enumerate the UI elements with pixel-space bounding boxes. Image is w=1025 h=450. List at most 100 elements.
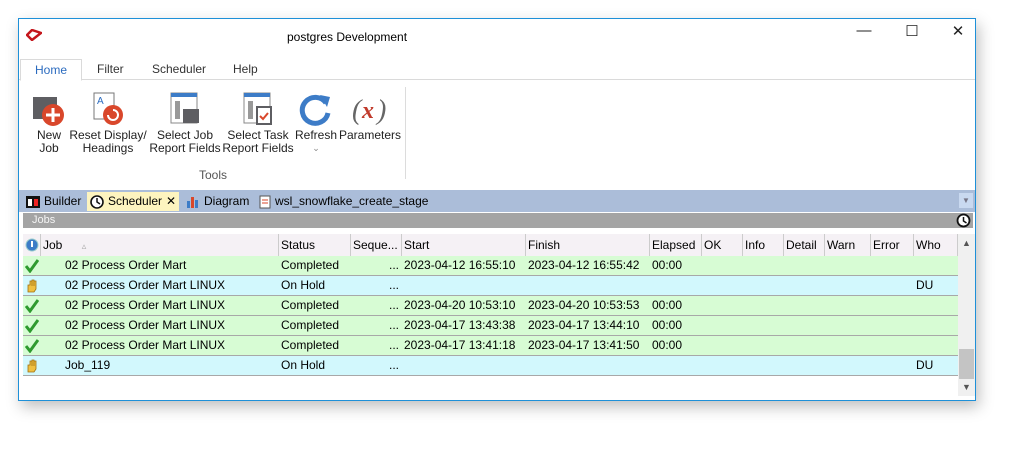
table-row[interactable]: 02 Process Order Mart LINUX On Hold... DU xyxy=(23,276,958,296)
select-job-report-fields-button[interactable]: Select Job Report Fields xyxy=(149,87,221,155)
ribbon-tabs: Home Filter Scheduler Help xyxy=(19,55,975,81)
parameters-button[interactable]: (x) Parameters xyxy=(339,87,401,142)
job-status: On Hold xyxy=(281,358,326,372)
job-sequence: ... xyxy=(388,358,399,372)
job-start: 2023-04-12 16:55:10 xyxy=(404,258,516,272)
clock-icon[interactable] xyxy=(956,213,971,228)
table-row[interactable]: 02 Process Order Mart LINUX Completed... 2… xyxy=(23,316,958,336)
row-status-icon xyxy=(23,296,41,315)
job-elapsed: 00:00 xyxy=(652,258,683,272)
scroll-up-icon[interactable]: ▲ xyxy=(958,238,975,248)
window-title: postgres Development xyxy=(287,30,408,44)
doctab-wsl-snowflake-create-stage[interactable]: wsl_snowflake_create_stage xyxy=(256,192,431,211)
reset-display-icon: A xyxy=(93,92,123,125)
tabs-dropdown-button[interactable]: ▼ xyxy=(959,193,973,208)
row-status-icon xyxy=(23,336,41,355)
table-header: Job ▵ Status Seque... Start Finish Elaps… xyxy=(23,234,958,256)
column-header-ok[interactable]: OK xyxy=(702,234,743,256)
column-header-info[interactable]: Info xyxy=(743,234,784,256)
job-start: 2023-04-20 10:53:10 xyxy=(404,298,516,312)
job-finish: 2023-04-17 13:44:10 xyxy=(528,318,640,332)
close-button[interactable]: ✕ xyxy=(943,22,973,40)
on-hold-hand-icon xyxy=(27,279,37,293)
column-header-warn[interactable]: Warn xyxy=(825,234,871,256)
svg-text:x: x xyxy=(361,98,374,124)
column-header-who[interactable]: Who xyxy=(914,234,958,256)
completed-check-icon xyxy=(24,319,40,334)
tab-help[interactable]: Help xyxy=(219,59,272,81)
job-elapsed xyxy=(650,356,702,375)
job-name: 02 Process Order Mart LINUX xyxy=(65,298,226,312)
info-column-header[interactable] xyxy=(23,234,41,256)
job-finish: 2023-04-12 16:55:42 xyxy=(528,258,640,272)
close-tab-icon[interactable]: ✕ xyxy=(166,192,176,211)
row-status-icon xyxy=(23,256,41,275)
job-finish xyxy=(526,276,650,295)
jobs-panel-header: Jobs xyxy=(23,213,973,228)
doctab-diagram[interactable]: Diagram xyxy=(183,192,252,211)
table-row[interactable]: 02 Process Order Mart Completed... 2023-04… xyxy=(23,256,958,276)
column-header-status[interactable]: Status xyxy=(279,234,351,256)
column-header-job[interactable]: Job ▵ xyxy=(41,234,279,256)
job-elapsed: 00:00 xyxy=(652,318,683,332)
tab-filter[interactable]: Filter xyxy=(83,59,138,81)
row-status-icon xyxy=(23,316,41,335)
job-name: 02 Process Order Mart xyxy=(65,258,187,272)
info-icon xyxy=(25,238,39,252)
parameters-icon: (x) xyxy=(352,95,386,126)
job-start xyxy=(402,276,526,295)
new-job-button[interactable]: New Job xyxy=(29,87,69,155)
job-who xyxy=(914,296,958,315)
job-finish: 2023-04-20 10:53:53 xyxy=(528,298,640,312)
job-start xyxy=(402,356,526,375)
job-name: 02 Process Order Mart LINUX xyxy=(65,338,226,352)
refresh-button[interactable]: Refresh ⌄ xyxy=(295,87,337,155)
reset-display-button[interactable]: A Reset Display/Headings xyxy=(69,87,147,155)
column-header-error[interactable]: Error xyxy=(871,234,914,256)
job-status: On Hold xyxy=(281,278,326,292)
table-row[interactable]: 02 Process Order Mart LINUX Completed... 2… xyxy=(23,336,958,356)
doctab-builder[interactable]: Builder xyxy=(23,192,84,211)
job-start: 2023-04-17 13:43:38 xyxy=(404,318,516,332)
svg-text:): ) xyxy=(375,95,386,126)
refresh-icon xyxy=(299,94,331,126)
job-sequence: ... xyxy=(388,338,399,352)
row-status-icon xyxy=(23,356,41,375)
completed-check-icon xyxy=(24,259,40,274)
on-hold-hand-icon xyxy=(27,359,37,373)
select-task-fields-icon xyxy=(243,92,272,125)
jobs-table: Job ▵ Status Seque... Start Finish Elaps… xyxy=(23,234,958,376)
document-icon xyxy=(259,195,271,208)
maximize-button[interactable]: ☐ xyxy=(897,22,927,40)
column-header-detail[interactable]: Detail xyxy=(784,234,825,256)
ribbon-separator xyxy=(405,87,406,179)
svg-text:A: A xyxy=(97,96,104,107)
app-logo-icon xyxy=(26,29,42,41)
tab-scheduler[interactable]: Scheduler xyxy=(138,59,220,81)
row-status-icon xyxy=(23,276,41,295)
minimize-button[interactable]: — xyxy=(849,22,879,39)
new-job-icon xyxy=(33,97,64,126)
job-who xyxy=(914,336,958,355)
job-who: DU xyxy=(916,278,934,292)
job-elapsed: 00:00 xyxy=(652,298,683,312)
job-status: Completed xyxy=(281,298,340,312)
job-who xyxy=(914,256,958,275)
job-status: Completed xyxy=(281,258,340,272)
table-row[interactable]: 02 Process Order Mart LINUX Completed... 2… xyxy=(23,296,958,316)
app-window: postgres Development — ☐ ✕ Home Filter S… xyxy=(18,18,976,401)
vertical-scrollbar[interactable]: ▲ ▼ xyxy=(958,234,975,396)
column-header-finish[interactable]: Finish xyxy=(526,234,650,256)
column-header-start[interactable]: Start xyxy=(402,234,526,256)
job-name: 02 Process Order Mart LINUX xyxy=(65,278,226,292)
select-task-report-fields-button[interactable]: Select Task Report Fields xyxy=(222,87,294,155)
table-row[interactable]: Job_119 On Hold... DU xyxy=(23,356,958,376)
column-header-elapsed[interactable]: Elapsed xyxy=(650,234,702,256)
job-sequence: ... xyxy=(388,318,399,332)
column-header-sequence[interactable]: Seque... xyxy=(351,234,402,256)
doctab-scheduler[interactable]: Scheduler ✕ xyxy=(87,192,180,211)
tab-home[interactable]: Home xyxy=(20,59,83,81)
scroll-down-icon[interactable]: ▼ xyxy=(958,382,975,392)
scrollbar-thumb[interactable] xyxy=(959,349,974,379)
job-status: Completed xyxy=(281,338,340,352)
